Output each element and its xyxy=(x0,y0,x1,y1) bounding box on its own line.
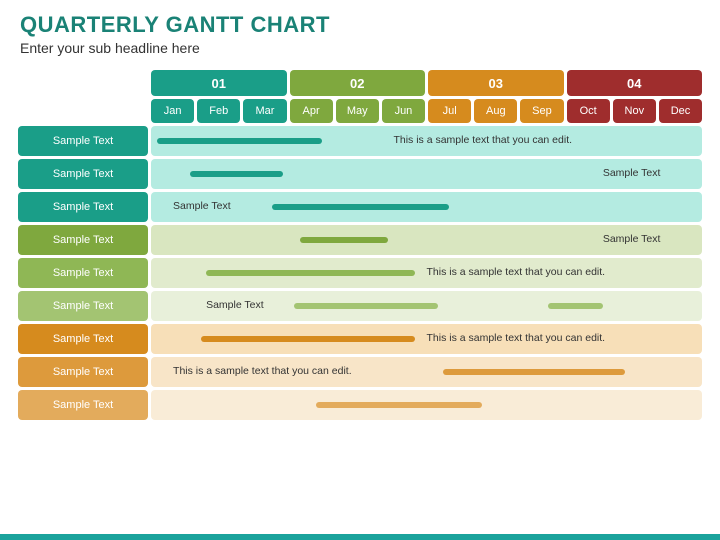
gantt-bar xyxy=(300,237,388,243)
row-annotation: This is a sample text that you can edit. xyxy=(427,332,606,344)
row-annotation: This is a sample text that you can edit. xyxy=(393,134,572,146)
header: QUARTERLY GANTT CHART Enter your sub hea… xyxy=(0,0,720,64)
row-label: Sample Text xyxy=(18,390,148,420)
row-track: Sample Text xyxy=(151,225,702,255)
row-track: This is a sample text that you can edit. xyxy=(151,357,702,387)
gantt-row: Sample Text Sample Text xyxy=(18,291,702,321)
month-header-aug: Aug xyxy=(474,99,517,123)
row-track: Sample Text xyxy=(151,192,702,222)
gantt-bar xyxy=(548,303,603,309)
month-header-jun: Jun xyxy=(382,99,425,123)
row-track: This is a sample text that you can edit. xyxy=(151,126,702,156)
row-annotation: Sample Text xyxy=(603,167,661,179)
row-annotation: Sample Text xyxy=(206,299,264,311)
row-label: Sample Text xyxy=(18,225,148,255)
month-header-may: May xyxy=(336,99,379,123)
page-title: QUARTERLY GANTT CHART xyxy=(20,12,700,38)
quarter-header-1: 01 xyxy=(151,70,287,96)
gantt-bar xyxy=(157,138,322,144)
gantt-chart: 01020304 JanFebMarAprMayJunJulAugSepOctN… xyxy=(0,64,720,420)
row-label: Sample Text xyxy=(18,126,148,156)
row-label: Sample Text xyxy=(18,258,148,288)
row-label: Sample Text xyxy=(18,324,148,354)
month-header-mar: Mar xyxy=(243,99,286,123)
gantt-bar xyxy=(294,303,437,309)
header-spacer xyxy=(18,99,148,123)
row-label: Sample Text xyxy=(18,357,148,387)
header-spacer xyxy=(18,70,148,96)
row-track: Sample Text xyxy=(151,159,702,189)
row-track: This is a sample text that you can edit. xyxy=(151,258,702,288)
row-label: Sample Text xyxy=(18,159,148,189)
row-annotation: This is a sample text that you can edit. xyxy=(173,365,352,377)
gantt-row: Sample Text Sample Text xyxy=(18,192,702,222)
quarter-header-4: 04 xyxy=(567,70,703,96)
month-header-nov: Nov xyxy=(613,99,656,123)
month-header-feb: Feb xyxy=(197,99,240,123)
month-header-oct: Oct xyxy=(567,99,610,123)
footer-bar xyxy=(0,534,720,540)
gantt-bar xyxy=(190,171,284,177)
row-track: This is a sample text that you can edit. xyxy=(151,324,702,354)
gantt-bar xyxy=(443,369,625,375)
row-label: Sample Text xyxy=(18,192,148,222)
month-header-row: JanFebMarAprMayJunJulAugSepOctNovDec xyxy=(18,99,702,123)
row-track xyxy=(151,390,702,420)
gantt-row: Sample Text Sample Text xyxy=(18,159,702,189)
gantt-bar xyxy=(272,204,448,210)
gantt-row: Sample Text xyxy=(18,390,702,420)
month-header-apr: Apr xyxy=(290,99,333,123)
quarter-header-3: 03 xyxy=(428,70,564,96)
month-header-dec: Dec xyxy=(659,99,702,123)
quarter-header-2: 02 xyxy=(290,70,426,96)
gantt-row: Sample Text This is a sample text that yo… xyxy=(18,357,702,387)
gantt-bar xyxy=(206,270,415,276)
month-header-sep: Sep xyxy=(520,99,563,123)
page-subtitle: Enter your sub headline here xyxy=(20,40,700,56)
row-annotation: Sample Text xyxy=(173,200,231,212)
month-header-jul: Jul xyxy=(428,99,471,123)
gantt-row: Sample Text This is a sample text that yo… xyxy=(18,258,702,288)
row-annotation: This is a sample text that you can edit. xyxy=(427,266,606,278)
row-annotation: Sample Text xyxy=(603,233,661,245)
month-header-jan: Jan xyxy=(151,99,194,123)
row-track: Sample Text xyxy=(151,291,702,321)
gantt-row: Sample Text This is a sample text that yo… xyxy=(18,126,702,156)
row-label: Sample Text xyxy=(18,291,148,321)
gantt-bar xyxy=(316,402,481,408)
quarter-header-row: 01020304 xyxy=(18,70,702,96)
gantt-bar xyxy=(201,336,416,342)
gantt-row: Sample Text Sample Text xyxy=(18,225,702,255)
gantt-row: Sample Text This is a sample text that yo… xyxy=(18,324,702,354)
